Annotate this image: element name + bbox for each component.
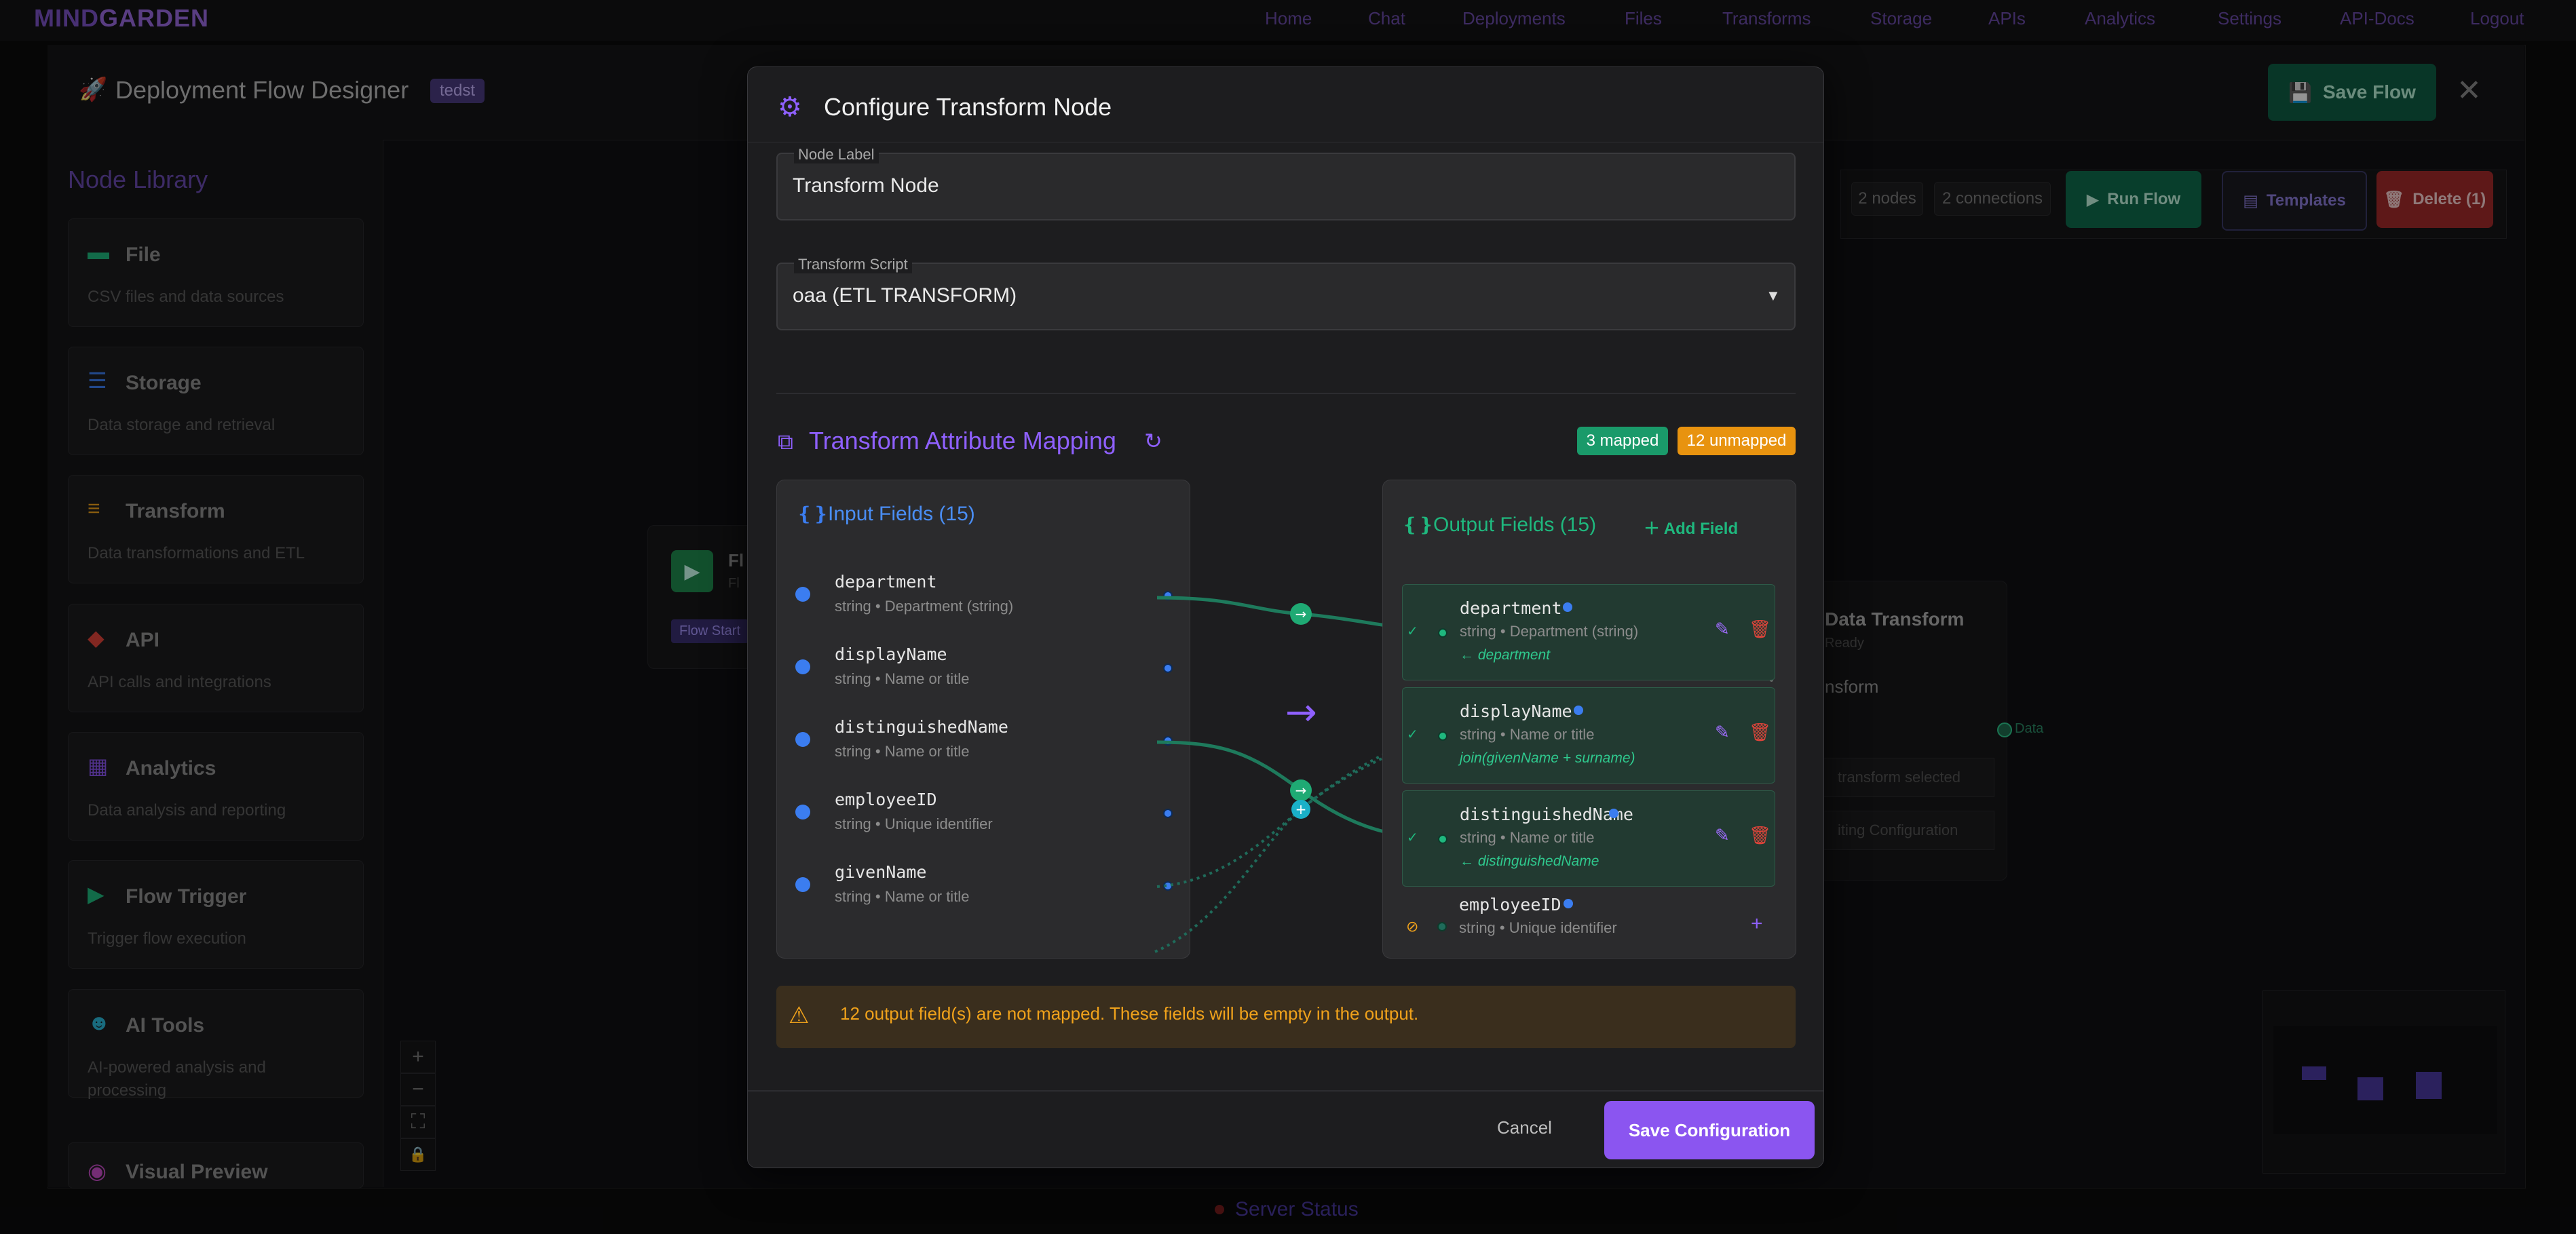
trash-icon[interactable]: 🗑 [1749, 722, 1771, 743]
add-field-button[interactable]: ＋ Add Field [1644, 515, 1738, 539]
output-field-employeeid[interactable]: ⊘ employeeID string • Unique identifier … [1402, 893, 1774, 955]
cancel-button[interactable]: Cancel [1497, 1117, 1552, 1138]
field-dot [1564, 899, 1573, 908]
field-dot [1609, 809, 1618, 818]
modal-footer-divider [748, 1090, 1823, 1092]
plus-icon[interactable]: + [1751, 912, 1763, 936]
unlink-icon: ⊘ [1406, 918, 1419, 935]
trash-icon[interactable]: 🗑 [1749, 825, 1771, 846]
edit-icon[interactable]: ✎ [1715, 722, 1730, 743]
plus-icon: + [1295, 801, 1307, 817]
plus-icon: ＋ [1644, 520, 1664, 538]
warning-icon: ⚠ [789, 1003, 810, 1028]
output-port[interactable] [1438, 834, 1447, 844]
check-icon: ✓ [1407, 624, 1418, 639]
arrow-right-icon: → [1295, 606, 1307, 622]
arrow-right-icon: → [1285, 691, 1317, 735]
field-dot [1574, 706, 1583, 715]
field-dot [1563, 602, 1572, 612]
output-fields-title: Output Fields (15) [1433, 514, 1597, 536]
output-port[interactable] [1438, 731, 1447, 741]
edit-icon[interactable]: ✎ [1715, 619, 1730, 640]
trash-icon[interactable]: 🗑 [1749, 619, 1771, 640]
edit-icon[interactable]: ✎ [1715, 825, 1730, 846]
configure-transform-modal: ⚙ Configure Transform Node Node Label Tr… [747, 66, 1824, 1168]
check-icon: ✓ [1407, 830, 1418, 845]
arrow-right-icon: → [1295, 782, 1307, 798]
check-icon: ✓ [1407, 727, 1418, 742]
output-field-distinguishedname[interactable]: ✓ distinguishedName string • Name or tit… [1402, 790, 1775, 887]
output-port[interactable] [1438, 628, 1447, 638]
output-field-displayname[interactable]: ✓ displayName string • Name or title joi… [1402, 687, 1775, 784]
save-configuration-button[interactable]: Save Configuration [1604, 1101, 1815, 1159]
output-field-department[interactable]: ✓ department string • Department (string… [1402, 584, 1775, 680]
warning-text: 12 output field(s) are not mapped. These… [840, 1003, 1419, 1024]
braces-icon: ❴❵ [1402, 514, 1434, 535]
output-port[interactable] [1437, 922, 1447, 931]
